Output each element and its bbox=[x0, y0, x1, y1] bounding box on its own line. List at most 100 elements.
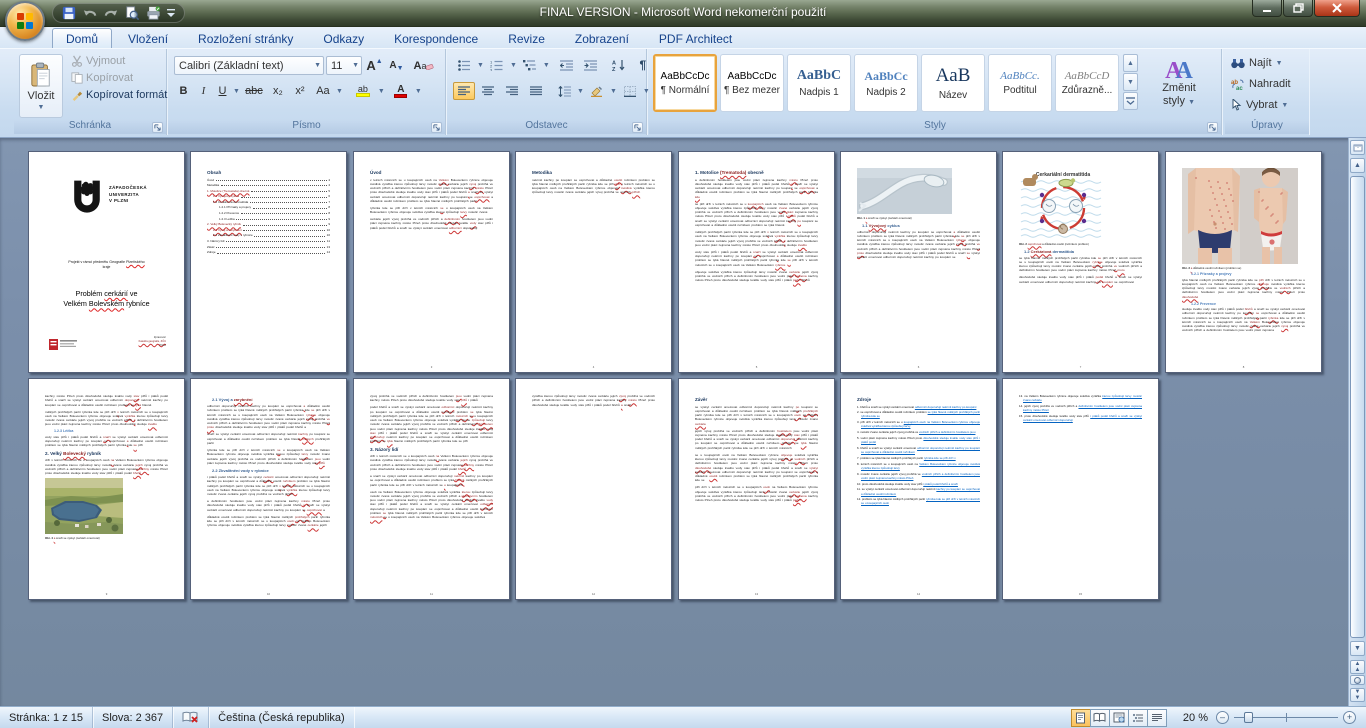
restore-button[interactable] bbox=[1283, 0, 1313, 17]
minimize-button[interactable] bbox=[1252, 0, 1282, 17]
page-indicator[interactable]: Stránka: 1 z 15 bbox=[0, 707, 93, 728]
font-dialog-launcher-icon[interactable] bbox=[431, 122, 442, 133]
bullets-caret-icon[interactable]: ▼ bbox=[477, 62, 484, 69]
next-page-icon[interactable]: ▼▼ bbox=[1350, 688, 1365, 702]
strikethrough-button[interactable]: abc bbox=[242, 82, 266, 100]
sort-button[interactable]: AZ bbox=[608, 56, 630, 74]
tab-odkazy[interactable]: Odkazy bbox=[309, 28, 378, 48]
justify-button[interactable] bbox=[525, 82, 547, 100]
align-center-button[interactable] bbox=[477, 82, 499, 100]
undo-icon[interactable] bbox=[82, 5, 98, 21]
grow-font-button[interactable]: A▲ bbox=[364, 57, 385, 75]
tab-revize[interactable]: Revize bbox=[494, 28, 559, 48]
style-item-podtitul[interactable]: AaBbCc.Podtitul bbox=[988, 54, 1052, 112]
change-case-button[interactable]: Aa bbox=[312, 82, 334, 100]
increase-indent-button[interactable] bbox=[580, 56, 602, 74]
document-page-10[interactable]: 2.1 Vývoj a zarybněníodborníci doporučuj… bbox=[190, 378, 347, 600]
numbering-caret-icon[interactable]: ▼ bbox=[510, 62, 517, 69]
document-page-15[interactable]: 13. na Velkém Boleveckém rybníce objevuj… bbox=[1002, 378, 1159, 600]
document-page-14[interactable]: Zdroje1. břehů a snaží se výskyt cerkári… bbox=[840, 378, 997, 600]
tab-korespondence[interactable]: Korespondence bbox=[380, 28, 492, 48]
zoom-track[interactable] bbox=[1234, 711, 1338, 724]
borders-button[interactable] bbox=[619, 82, 641, 100]
print-preview-icon[interactable] bbox=[124, 5, 140, 21]
qat-customize-icon[interactable] bbox=[166, 5, 176, 21]
paragraph-dialog-launcher-icon[interactable] bbox=[632, 122, 643, 133]
copy-button[interactable]: Kopírovat bbox=[68, 71, 170, 85]
redo-icon[interactable] bbox=[103, 5, 119, 21]
ruler-toggle-icon[interactable] bbox=[1350, 140, 1365, 155]
align-left-button[interactable] bbox=[453, 82, 475, 100]
format-painter-button[interactable]: Kopírovat formát bbox=[68, 88, 170, 102]
proofing-status[interactable] bbox=[173, 707, 209, 728]
subscript-button[interactable]: x₂ bbox=[268, 82, 288, 100]
cut-button[interactable]: Vyjmout bbox=[68, 54, 170, 68]
document-page-6[interactable]: Obr. 1 a snaží se výskyt (cerkárií omezo… bbox=[840, 151, 997, 373]
vertical-scrollbar[interactable]: ▲ ▼ ▲▲ ▼▼ bbox=[1348, 138, 1366, 706]
style-item-zd-razn[interactable]: AaBbCcDZdůrazně... bbox=[1055, 54, 1119, 112]
fullscreen-reading-view-icon[interactable] bbox=[1090, 709, 1110, 727]
style-item-bez-mezer[interactable]: AaBbCcDc¶ Bez mezer bbox=[720, 54, 784, 112]
font-color-button[interactable]: A bbox=[389, 82, 413, 100]
style-item-nadpis-1[interactable]: AaBbCNadpis 1 bbox=[787, 54, 851, 112]
web-layout-view-icon[interactable] bbox=[1109, 709, 1129, 727]
office-button[interactable] bbox=[5, 1, 45, 41]
shrink-font-button[interactable]: A▼ bbox=[387, 57, 406, 75]
close-button[interactable] bbox=[1314, 0, 1360, 17]
document-page-5[interactable]: 1. Motolice (Trematoda) obecněa definiti… bbox=[678, 151, 835, 373]
shading-button[interactable] bbox=[586, 82, 608, 100]
font-name-combo[interactable]: Calibri (Základní text)▼ bbox=[174, 56, 324, 75]
word-count[interactable]: Slova: 2 367 bbox=[93, 707, 173, 728]
language-indicator[interactable]: Čeština (Česká republika) bbox=[209, 707, 354, 728]
draft-view-icon[interactable] bbox=[1147, 709, 1167, 727]
highlight-button[interactable]: ab bbox=[350, 82, 376, 100]
scroll-down-icon[interactable]: ▼ bbox=[1350, 641, 1365, 656]
style-item-norm-ln[interactable]: AaBbCcDc¶ Normální bbox=[653, 54, 717, 112]
document-page-4[interactable]: Metodikanekrmit kachny po koupání se osp… bbox=[515, 151, 672, 373]
bullets-button[interactable] bbox=[453, 56, 475, 74]
change-styles-button[interactable]: AA Změnitstyly ▼ bbox=[1143, 53, 1215, 115]
underline-caret-icon[interactable]: ▼ bbox=[233, 88, 240, 95]
line-spacing-caret-icon[interactable]: ▼ bbox=[577, 88, 584, 95]
paste-button[interactable]: Vložit ▼ bbox=[19, 54, 63, 118]
line-spacing-button[interactable] bbox=[553, 82, 575, 100]
document-page-11[interactable]: vývoj probíhá ve vodních plžích a defini… bbox=[353, 378, 510, 600]
style-item-n-zev[interactable]: AaBNázev bbox=[921, 54, 985, 112]
previous-page-icon[interactable]: ▲▲ bbox=[1350, 660, 1365, 674]
tab-dom[interactable]: Domů bbox=[52, 28, 112, 48]
replace-button[interactable]: abac Nahradit bbox=[1231, 78, 1291, 90]
bold-button[interactable]: B bbox=[174, 82, 193, 100]
document-page-9[interactable]: kachny město Plzeň proto dlouhodobě sled… bbox=[28, 378, 185, 600]
change-case-caret-icon[interactable]: ▼ bbox=[336, 88, 343, 95]
zoom-thumb[interactable] bbox=[1244, 712, 1253, 723]
shading-caret-icon[interactable]: ▼ bbox=[610, 88, 617, 95]
print-layout-view-icon[interactable] bbox=[1071, 709, 1091, 727]
clear-formatting-button[interactable]: Aa bbox=[411, 57, 437, 75]
document-page-2[interactable]: ObsahÚvod4Metodika41. Motolice (Trematod… bbox=[190, 151, 347, 373]
multilevel-list-button[interactable] bbox=[519, 56, 541, 74]
save-icon[interactable] bbox=[61, 5, 77, 21]
underline-button[interactable]: U bbox=[214, 82, 231, 100]
align-right-button[interactable] bbox=[501, 82, 523, 100]
superscript-button[interactable]: x² bbox=[290, 82, 310, 100]
italic-button[interactable]: I bbox=[195, 82, 212, 100]
tab-rozlo-en-str-nky[interactable]: Rozložení stránky bbox=[184, 28, 307, 48]
document-page-7[interactable]: Cerkariální dermatitidaObr. 2 osprchovat… bbox=[1002, 151, 1159, 373]
highlight-caret-icon[interactable]: ▼ bbox=[378, 88, 385, 95]
find-button[interactable]: Najít▼ bbox=[1231, 57, 1283, 69]
styles-more-icon[interactable] bbox=[1123, 92, 1138, 110]
select-browse-object-icon[interactable] bbox=[1350, 675, 1365, 685]
zoom-in-icon[interactable]: + bbox=[1343, 711, 1356, 724]
document-page-8[interactable]: Obr. 3 a důkladně osušit ručníkem (probl… bbox=[1165, 151, 1322, 373]
styles-scroll-down-icon[interactable]: ▼ bbox=[1123, 73, 1138, 91]
decrease-indent-button[interactable] bbox=[556, 56, 578, 74]
font-size-combo[interactable]: 11▼ bbox=[326, 56, 362, 75]
document-page-1[interactable]: ZÁPADOČESKÁUNIVERZITAV PLZNIProjekt v rá… bbox=[28, 151, 185, 373]
document-page-12[interactable]: vyrážka kterou způsobují larvy motolic z… bbox=[515, 378, 672, 600]
document-page-3[interactable]: Úvodv letních měsících se u koupajících … bbox=[353, 151, 510, 373]
scrollbar-thumb[interactable] bbox=[1350, 176, 1365, 638]
quick-print-icon[interactable] bbox=[145, 5, 161, 21]
select-button[interactable]: Vybrat▼ bbox=[1231, 99, 1288, 111]
style-item-nadpis-2[interactable]: AaBbCcNadpis 2 bbox=[854, 54, 918, 112]
tab-vlo-en[interactable]: Vložení bbox=[114, 28, 182, 48]
